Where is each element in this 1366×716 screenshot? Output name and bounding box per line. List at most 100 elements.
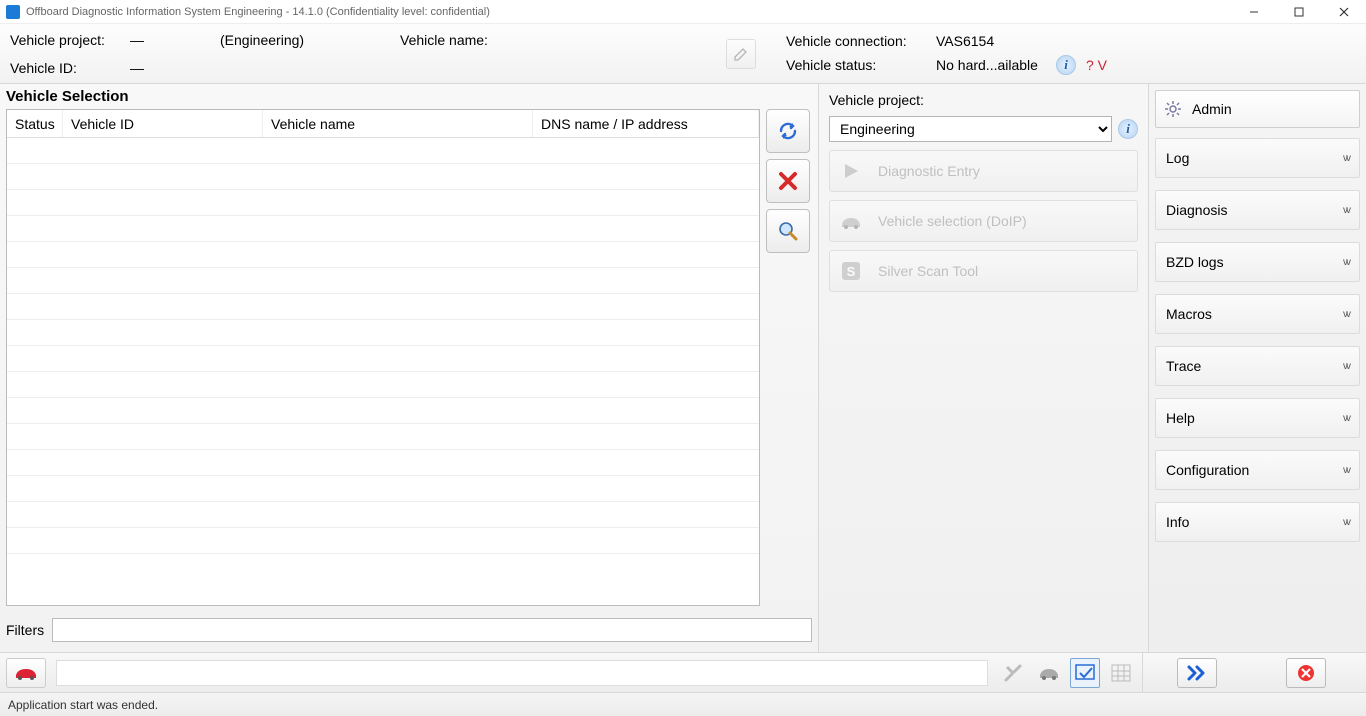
right-sidebar: Admin Logvv Diagnosisvv BZD logsvv Macro… [1148,84,1366,652]
silver-scan-button[interactable]: S Silver Scan Tool [829,250,1138,292]
cancel-button[interactable] [1286,658,1326,688]
status-info-icon[interactable]: i [1056,55,1076,75]
window-minimize-button[interactable] [1231,0,1276,23]
vehicle-table-body [7,138,759,605]
car-gray-icon[interactable] [1034,658,1064,688]
pencil-icon [733,46,749,62]
vehicle-project-label: Vehicle project: [10,32,130,48]
chevron-down-icon: vv [1343,413,1349,424]
table-row[interactable] [7,138,759,164]
table-row[interactable] [7,346,759,372]
chevron-down-icon: vv [1343,361,1349,372]
window-titlebar: Offboard Diagnostic Information System E… [0,0,1366,24]
red-car-icon [13,665,39,681]
delete-button[interactable] [766,159,810,203]
table-row[interactable] [7,242,759,268]
vehicle-connection-label: Vehicle connection: [786,33,926,49]
chevron-down-icon: vv [1343,517,1349,528]
table-row[interactable] [7,190,759,216]
table-row[interactable] [7,424,759,450]
svg-text:S: S [847,264,856,279]
col-vehicle-name[interactable]: Vehicle name [263,110,533,137]
sidebar-item-diagnosis[interactable]: Diagnosisvv [1155,190,1360,230]
cancel-icon [1296,663,1316,683]
project-select[interactable]: Engineering [829,116,1112,142]
status-message: Application start was ended. [8,698,158,712]
filters-input[interactable] [52,618,812,642]
table-row[interactable] [7,216,759,242]
view-selected-icon[interactable] [1070,658,1100,688]
table-row[interactable] [7,502,759,528]
admin-button[interactable]: Admin [1155,90,1360,128]
grid-view-icon[interactable] [1106,658,1136,688]
table-row[interactable] [7,450,759,476]
table-row[interactable] [7,372,759,398]
vehicle-selection-heading: Vehicle Selection [6,88,812,105]
tool-customize-icon[interactable] [998,658,1028,688]
sidebar-item-help[interactable]: Helpvv [1155,398,1360,438]
car-icon [838,208,864,234]
vehicle-selection-doip-button[interactable]: Vehicle selection (DoIP) [829,200,1138,242]
vehicle-connection-value: VAS6154 [936,33,1046,49]
vehicle-icon-button[interactable] [6,658,46,688]
chevron-down-icon: vv [1343,465,1349,476]
sidebar-item-log[interactable]: Logvv [1155,138,1360,178]
play-icon [838,158,864,184]
sidebar-item-macros[interactable]: Macrosvv [1155,294,1360,334]
bottom-input[interactable] [56,660,988,686]
vehicle-status-label: Vehicle status: [786,57,926,73]
window-close-button[interactable] [1321,0,1366,23]
forward-button[interactable] [1177,658,1217,688]
vehicle-selection-pane: Vehicle Selection Status Vehicle ID Vehi… [0,84,818,652]
vehicle-id-label: Vehicle ID: [10,60,130,76]
refresh-button[interactable] [766,109,810,153]
project-action-panel: Vehicle project: Engineering i Diagnosti… [818,84,1148,652]
col-dns-ip[interactable]: DNS name / IP address [533,110,759,137]
table-row[interactable] [7,528,759,554]
chevron-down-icon: vv [1343,309,1349,320]
vehicle-project-name: (Engineering) [220,32,400,48]
table-row[interactable] [7,476,759,502]
vehicle-status-value: No hard...ailable [936,57,1046,73]
magnifier-icon [777,220,799,242]
table-row[interactable] [7,320,759,346]
status-code: ? V [1086,57,1107,73]
table-row[interactable] [7,294,759,320]
vehicle-id-value: — [130,60,220,76]
project-label: Vehicle project: [829,92,1138,108]
window-maximize-button[interactable] [1276,0,1321,23]
table-row[interactable] [7,164,759,190]
chevron-down-icon: vv [1343,257,1349,268]
diagnostic-entry-label: Diagnostic Entry [878,163,980,179]
col-status[interactable]: Status [7,110,63,137]
table-row[interactable] [7,398,759,424]
window-title: Offboard Diagnostic Information System E… [26,6,1231,18]
sidebar-item-info[interactable]: Infovv [1155,502,1360,542]
project-info-icon[interactable]: i [1118,119,1138,139]
filters-label: Filters [6,622,44,638]
bottom-toolbar [0,652,1366,692]
admin-label: Admin [1192,101,1232,117]
silver-scan-label: Silver Scan Tool [878,263,978,279]
double-chevron-right-icon [1186,665,1208,681]
search-button[interactable] [766,209,810,253]
vehicle-name-label: Vehicle name: [400,32,488,48]
vehicle-header: Vehicle project: — (Engineering) Vehicle… [0,24,1366,84]
vehicle-project-value: — [130,32,220,48]
sidebar-item-bzd-logs[interactable]: BZD logsvv [1155,242,1360,282]
app-icon [6,5,20,19]
refresh-icon [776,119,800,143]
chevron-down-icon: vv [1343,205,1349,216]
sidebar-item-configuration[interactable]: Configurationvv [1155,450,1360,490]
x-icon [777,170,799,192]
chevron-down-icon: vv [1343,153,1349,164]
edit-header-button[interactable] [726,39,756,69]
col-vehicle-id[interactable]: Vehicle ID [63,110,263,137]
status-bar: Application start was ended. [0,692,1366,716]
vehicle-table[interactable]: Status Vehicle ID Vehicle name DNS name … [6,109,760,606]
gear-icon [1164,100,1182,118]
table-row[interactable] [7,268,759,294]
sidebar-item-trace[interactable]: Tracevv [1155,346,1360,386]
diagnostic-entry-button[interactable]: Diagnostic Entry [829,150,1138,192]
s-badge-icon: S [838,258,864,284]
